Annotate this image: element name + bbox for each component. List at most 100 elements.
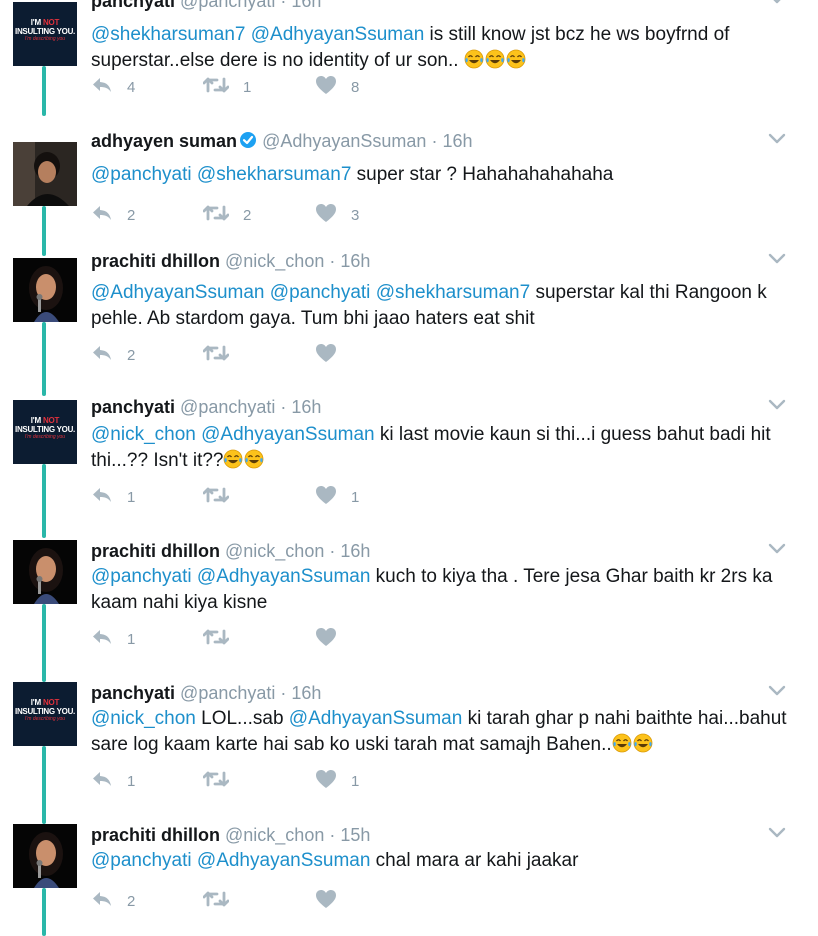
- author-handle[interactable]: @nick_chon: [225, 251, 324, 271]
- retweet-icon: [202, 770, 230, 792]
- like-button[interactable]: 8: [315, 76, 359, 98]
- girl-avatar[interactable]: [13, 824, 77, 888]
- timestamp[interactable]: 16h: [291, 683, 321, 703]
- author-name[interactable]: adhyayen suman: [91, 131, 237, 151]
- tears-of-joy-emoji: [245, 449, 264, 469]
- heart-icon: [315, 769, 337, 793]
- reply-button[interactable]: 1: [91, 770, 135, 792]
- like-button[interactable]: 1: [315, 770, 359, 792]
- separator-dot: ·: [280, 683, 287, 703]
- tweet-text: @nick_chon LOL...sab @AdhyayanSsuman ki …: [91, 706, 801, 758]
- like-button[interactable]: 1: [315, 486, 359, 508]
- chevron-down-icon[interactable]: [768, 252, 786, 270]
- author-handle[interactable]: @panchyati: [180, 683, 275, 703]
- timestamp[interactable]: 16h: [340, 251, 370, 271]
- like-button[interactable]: [315, 628, 351, 650]
- retweet-button[interactable]: [202, 344, 243, 366]
- mention-link[interactable]: @shekharsuman7: [197, 164, 351, 185]
- retweet-icon: [202, 204, 230, 226]
- man-avatar[interactable]: [13, 142, 77, 206]
- verified-badge-icon: [239, 131, 257, 154]
- tweet-body-text: chal mara ar kahi jaakar: [370, 850, 579, 871]
- mention-link[interactable]: @AdhyayanSsuman: [91, 282, 265, 303]
- mention-link[interactable]: @panchyati: [91, 566, 192, 587]
- chevron-down-icon[interactable]: [768, 0, 786, 10]
- retweet-icon: [202, 486, 230, 508]
- chevron-down-icon[interactable]: [768, 826, 786, 844]
- author-name[interactable]: panchyati: [91, 683, 175, 703]
- timestamp[interactable]: 15h: [340, 825, 370, 845]
- tweet-text: @panchyati @AdhyayanSsuman kuch to kiya …: [91, 564, 801, 616]
- reply-count: 2: [127, 892, 136, 910]
- tears-of-joy-emoji: [633, 733, 653, 753]
- like-button[interactable]: 3: [315, 204, 359, 226]
- timestamp[interactable]: 16h: [442, 131, 472, 151]
- timestamp[interactable]: 16h: [291, 0, 321, 11]
- mention-link[interactable]: @AdhyayanSsuman: [289, 708, 463, 729]
- retweet-button[interactable]: [202, 628, 243, 650]
- reply-icon: [91, 204, 113, 226]
- thread-connector-line: [42, 746, 46, 824]
- mention-link[interactable]: @AdhyayanSsuman: [197, 850, 371, 871]
- mention-link[interactable]: @panchyati: [91, 164, 192, 185]
- retweet-button[interactable]: [202, 890, 243, 912]
- mention-link[interactable]: @AdhyayanSsuman: [201, 424, 375, 445]
- retweet-icon: [202, 628, 230, 650]
- mention-link[interactable]: @nick_chon: [91, 708, 196, 729]
- chevron-down-icon[interactable]: [768, 684, 786, 702]
- retweet-button[interactable]: 1: [202, 76, 251, 98]
- author-handle[interactable]: @AdhyayanSsuman: [262, 131, 426, 151]
- girl-avatar[interactable]: [13, 258, 77, 322]
- reply-button[interactable]: 2: [91, 890, 135, 912]
- like-button[interactable]: [315, 344, 351, 366]
- mention-link[interactable]: @shekharsuman7: [376, 282, 530, 303]
- reply-button[interactable]: 4: [91, 76, 135, 98]
- heart-icon: [315, 203, 337, 227]
- heart-icon: [315, 889, 337, 913]
- reply-button[interactable]: 1: [91, 486, 135, 508]
- retweet-button[interactable]: [202, 486, 243, 508]
- author-name[interactable]: prachiti dhillon: [91, 825, 220, 845]
- reply-count: 1: [127, 630, 136, 648]
- author-name[interactable]: panchyati: [91, 397, 175, 417]
- mention-link[interactable]: @panchyati: [91, 850, 192, 871]
- chevron-down-icon[interactable]: [768, 542, 786, 560]
- mention-link[interactable]: @AdhyayanSsuman: [251, 24, 425, 45]
- mention-link[interactable]: @nick_chon: [91, 424, 196, 445]
- reply-icon: [91, 628, 113, 650]
- insulting-avatar[interactable]: I'M NOT INSULTING YOU. I'm describing you: [13, 400, 77, 464]
- reply-button[interactable]: 2: [91, 344, 135, 366]
- reply-button[interactable]: 1: [91, 628, 135, 650]
- author-name[interactable]: panchyati: [91, 0, 175, 11]
- tweet-header: panchyati @panchyati · 16h: [91, 0, 321, 12]
- mention-link[interactable]: @panchyati: [270, 282, 371, 303]
- mention-link[interactable]: @AdhyayanSsuman: [197, 566, 371, 587]
- author-name[interactable]: prachiti dhillon: [91, 541, 220, 561]
- tweet-header: panchyati @panchyati · 16h: [91, 396, 321, 418]
- chevron-down-icon[interactable]: [768, 132, 786, 150]
- insulting-avatar[interactable]: I'M NOT INSULTING YOU. I'm describing you: [13, 682, 77, 746]
- like-button[interactable]: [315, 890, 351, 912]
- timestamp[interactable]: 16h: [291, 397, 321, 417]
- reply-icon: [91, 76, 113, 98]
- author-handle[interactable]: @nick_chon: [225, 541, 324, 561]
- author-handle[interactable]: @panchyati: [180, 397, 275, 417]
- author-name[interactable]: prachiti dhillon: [91, 251, 220, 271]
- tweet-body-text: LOL...sab: [195, 708, 289, 729]
- retweet-button[interactable]: [202, 770, 243, 792]
- tweet-text: @shekharsuman7 @AdhyayanSsuman is still …: [91, 22, 801, 74]
- author-handle[interactable]: @nick_chon: [225, 825, 324, 845]
- reply-button[interactable]: 2: [91, 204, 135, 226]
- mention-link[interactable]: @shekharsuman7: [91, 24, 245, 45]
- reply-count: 4: [127, 78, 136, 96]
- heart-icon: [315, 75, 337, 99]
- tears-of-joy-emoji: [506, 49, 526, 69]
- insulting-avatar[interactable]: I'M NOT INSULTING YOU. I'm describing you: [13, 2, 77, 66]
- separator-dot: ·: [280, 397, 287, 417]
- timestamp[interactable]: 16h: [340, 541, 370, 561]
- girl-avatar[interactable]: [13, 540, 77, 604]
- retweet-button[interactable]: 2: [202, 204, 251, 226]
- chevron-down-icon[interactable]: [768, 398, 786, 416]
- retweet-icon: [202, 76, 230, 98]
- author-handle[interactable]: @panchyati: [180, 0, 275, 11]
